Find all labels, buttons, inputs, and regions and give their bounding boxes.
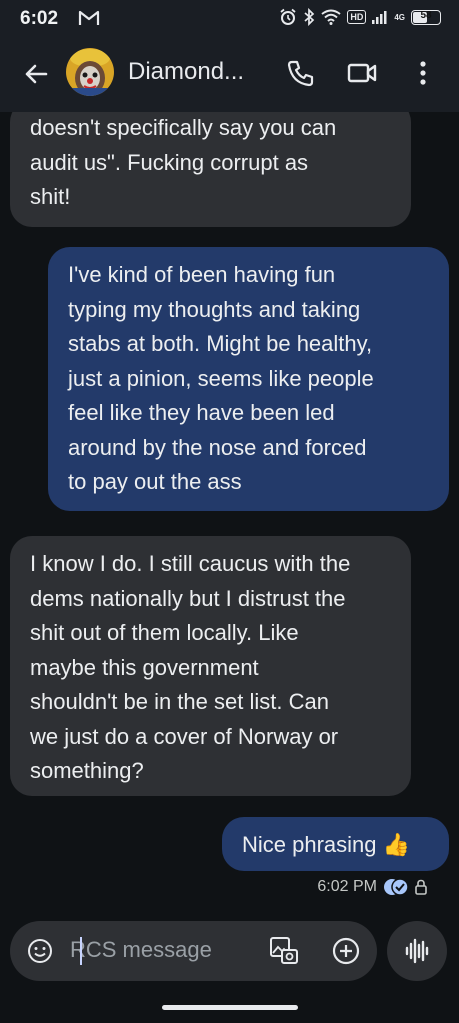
phone-icon[interactable] — [286, 58, 316, 88]
home-indicator[interactable] — [162, 1005, 298, 1010]
message-input[interactable]: RCS message — [70, 937, 250, 965]
outgoing-message[interactable]: I've kind of been having fun typing my t… — [48, 247, 449, 511]
contact-name[interactable]: Diamond... — [128, 58, 244, 86]
message-composer: RCS message — [10, 921, 377, 981]
gallery-icon[interactable] — [268, 935, 300, 967]
wifi-icon — [321, 9, 341, 25]
message-line: feel like they have been led — [68, 400, 335, 425]
message-line: stabs at both. Might be healthy, — [68, 331, 373, 356]
contact-avatar[interactable] — [66, 48, 114, 96]
message-thread[interactable]: doesn't specifically say you can audit u… — [0, 112, 459, 912]
status-icons: HD 4G 58 — [279, 8, 441, 26]
videocam-icon[interactable] — [346, 60, 378, 86]
message-line: shouldn't be in the set list. Can — [30, 689, 329, 714]
battery-icon: 58 — [411, 9, 441, 25]
network-type: 4G — [394, 12, 405, 22]
message-line: something? — [30, 758, 144, 783]
hd-badge: HD — [347, 10, 367, 24]
message-line: maybe this government — [30, 654, 259, 680]
message-line: doesn't specifically say you can — [30, 115, 337, 140]
read-receipt-icon — [384, 878, 409, 896]
message-line: shit! — [30, 184, 71, 209]
message-text: Nice phrasing 👍 — [242, 832, 411, 857]
add-circle-icon[interactable] — [332, 937, 360, 965]
more-vert-icon[interactable] — [412, 57, 434, 89]
incoming-message[interactable]: I know I do. I still caucus with the dem… — [10, 536, 411, 796]
status-time: 6:02 — [20, 8, 59, 29]
signal-icon — [372, 11, 387, 24]
text-cursor — [80, 937, 82, 965]
lock-icon — [415, 879, 427, 895]
bluetooth-icon — [304, 8, 315, 26]
message-line: dems nationally but I distrust the — [30, 585, 346, 611]
arrow-back-icon[interactable] — [20, 58, 52, 90]
message-meta: 6:02 PM — [317, 878, 427, 896]
outgoing-message[interactable]: Nice phrasing 👍 — [222, 817, 449, 871]
status-bar: 6:02 HD 4G 58 — [0, 0, 459, 36]
message-line: just a pinion, seems like people — [68, 365, 374, 391]
message-line: typing my thoughts and taking — [68, 296, 361, 322]
emoji-icon[interactable] — [27, 938, 53, 964]
battery-percent: 58 — [420, 9, 432, 21]
message-line: around by the nose and forced — [68, 434, 367, 460]
voice-waveform-icon — [405, 938, 429, 964]
message-line: shit out of them locally. Like — [30, 620, 299, 645]
incoming-message[interactable]: doesn't specifically say you can audit u… — [10, 112, 411, 227]
message-line: audit us". Fucking corrupt as — [30, 149, 309, 175]
gmail-icon — [78, 10, 100, 25]
message-line: to pay out the ass — [68, 469, 242, 494]
app-bar: Diamond... — [0, 36, 459, 112]
message-timestamp: 6:02 PM — [317, 878, 377, 895]
alarm-icon — [280, 8, 296, 25]
message-line: I know I do. I still caucus with the — [30, 551, 351, 576]
message-line: we just do a cover of Norway or — [30, 723, 339, 749]
message-line: I've kind of been having fun — [68, 262, 336, 287]
voice-message-button[interactable] — [387, 921, 447, 981]
